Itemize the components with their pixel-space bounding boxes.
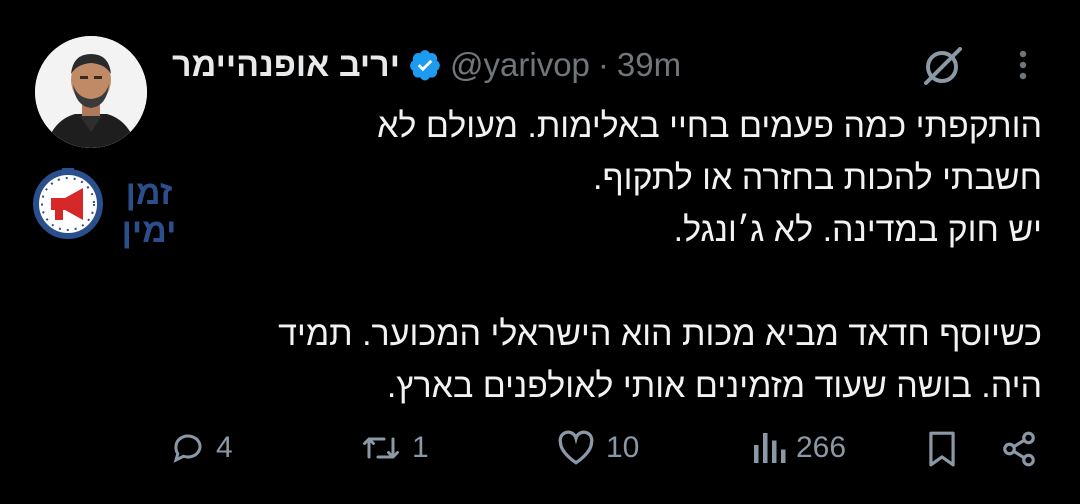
reply-icon bbox=[173, 434, 202, 463]
tweet-line: היה. בושה שעוד מזמינים אותי לאולפנים באר… bbox=[386, 367, 1042, 405]
share-button[interactable] bbox=[1000, 430, 1038, 468]
repost-count: 1 bbox=[412, 431, 429, 464]
user-handle[interactable]: @yarivop bbox=[450, 46, 590, 84]
paragraph-break bbox=[240, 256, 1042, 308]
like-button[interactable]: 10 bbox=[556, 430, 639, 466]
svg-text:ימין: ימין bbox=[122, 212, 177, 250]
heart-icon bbox=[558, 430, 594, 465]
share-icon bbox=[1003, 431, 1035, 467]
svg-text:זמן: זמן bbox=[126, 174, 173, 212]
bookmark-icon bbox=[929, 431, 955, 467]
like-count: 10 bbox=[606, 431, 640, 464]
reply-button[interactable]: 4 bbox=[170, 430, 233, 466]
more-options-icon[interactable] bbox=[1008, 46, 1038, 86]
tweet-line: כשיוסף חדאד מביא מכות הוא הישראלי המכוער… bbox=[278, 315, 1042, 353]
separator-dot: · bbox=[597, 46, 609, 83]
avatar[interactable] bbox=[35, 36, 147, 148]
tweet-line: חשבתי להכות בחזרה או לתקוף. bbox=[593, 159, 1042, 197]
display-name[interactable]: יריב אופנהיימר bbox=[172, 46, 400, 85]
repost-icon bbox=[363, 437, 399, 459]
avatar-image bbox=[35, 36, 147, 148]
tweet-actions: 4 1 10 266 bbox=[0, 430, 1080, 480]
verified-badge-icon[interactable] bbox=[408, 48, 442, 82]
views-count: 266 bbox=[796, 431, 847, 464]
grok-icon[interactable] bbox=[920, 45, 966, 87]
tweet-text: הותקפתי כמה פעמים בחיי באלימות. מעולם לא… bbox=[240, 100, 1042, 412]
tweet-line: יש חוק במדינה. לא ג׳ונגל. bbox=[673, 211, 1042, 249]
tweet-header: יריב אופנהיימר @yarivop · 39m bbox=[172, 40, 930, 90]
reply-count: 4 bbox=[216, 431, 233, 464]
zman-yamin-logo: זמן ימין bbox=[31, 166, 183, 250]
bookmark-button[interactable] bbox=[925, 430, 959, 468]
views-button[interactable]: 266 bbox=[752, 430, 846, 466]
tweet-line: הותקפתי כמה פעמים בחיי באלימות. מעולם לא bbox=[377, 107, 1042, 145]
repost-button[interactable]: 1 bbox=[360, 430, 429, 466]
views-icon bbox=[754, 433, 786, 463]
timestamp[interactable]: 39m bbox=[617, 46, 681, 84]
